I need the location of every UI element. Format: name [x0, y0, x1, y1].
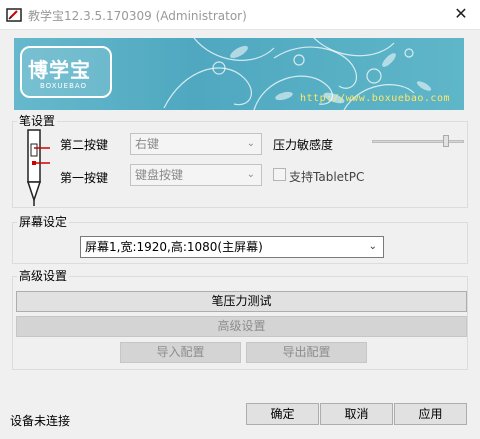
import-config-button[interactable]: 导入配置 [120, 342, 241, 363]
tabletpc-label[interactable]: 支持TabletPC [289, 168, 364, 185]
first-key-value: 键盘按键 [135, 168, 184, 182]
logo-subtitle: BOXUEBAO [40, 82, 88, 90]
pressure-sensitivity-thumb[interactable] [443, 135, 450, 147]
second-key-select[interactable]: 右键 ⌄ [130, 133, 262, 155]
pressure-sensitivity-track[interactable] [372, 140, 464, 143]
logo-title: 博学宝 [28, 58, 91, 82]
pressure-test-label: 笔压力测试 [211, 294, 272, 308]
brand-banner: 博学宝 BOXUEBAO http://www.boxuebao.com [14, 38, 464, 110]
export-config-label: 导出配置 [282, 345, 331, 359]
screen-select[interactable]: 屏幕1,宽:1920,高:1080(主屏幕) ⌄ [80, 236, 384, 258]
close-icon: ✕ [454, 4, 468, 23]
pressure-test-button[interactable]: 笔压力测试 [16, 291, 467, 312]
export-config-button[interactable]: 导出配置 [246, 342, 367, 363]
second-key-label: 第二按键 [60, 138, 109, 152]
ok-button[interactable]: 确定 [246, 403, 319, 425]
settings-window: 教学宝12.3.5.170309 (Administrator) ✕ 博学宝 B… [0, 0, 480, 439]
apply-button[interactable]: 应用 [394, 403, 467, 425]
pen-icon [26, 129, 50, 206]
apply-label: 应用 [418, 407, 443, 421]
first-key-select[interactable]: 键盘按键 ⌄ [130, 164, 262, 186]
website-url[interactable]: http://www.boxuebao.com [300, 93, 450, 104]
ok-label: 确定 [270, 407, 295, 421]
window-title: 教学宝12.3.5.170309 (Administrator) [28, 9, 247, 23]
screen-select-value: 屏幕1,宽:1920,高:1080(主屏幕) [85, 240, 263, 254]
advanced-settings-button[interactable]: 高级设置 [16, 316, 467, 337]
pen-settings-title: 笔设置 [17, 114, 58, 128]
pressure-sensitivity-label: 压力敏感度 [273, 138, 334, 152]
chevron-down-icon: ⌄ [246, 138, 255, 149]
second-key-value: 右键 [135, 137, 160, 151]
close-button[interactable]: ✕ [448, 4, 474, 24]
advanced-settings-label: 高级设置 [217, 319, 266, 333]
advanced-settings-title: 高级设置 [17, 269, 70, 283]
cancel-button[interactable]: 取消 [320, 403, 393, 425]
tablet-app-icon [6, 8, 22, 22]
chevron-down-icon: ⌄ [368, 241, 377, 252]
boxuebao-logo: 博学宝 BOXUEBAO [20, 46, 112, 98]
device-status: 设备未连接 [10, 414, 71, 428]
title-bar[interactable]: 教学宝12.3.5.170309 (Administrator) ✕ [0, 0, 480, 30]
tabletpc-checkbox[interactable] [273, 168, 286, 181]
cancel-label: 取消 [344, 407, 369, 421]
import-config-label: 导入配置 [156, 345, 205, 359]
first-key-label: 第一按键 [60, 171, 109, 185]
screen-settings-title: 屏幕设定 [17, 215, 70, 229]
chevron-down-icon: ⌄ [246, 169, 255, 180]
